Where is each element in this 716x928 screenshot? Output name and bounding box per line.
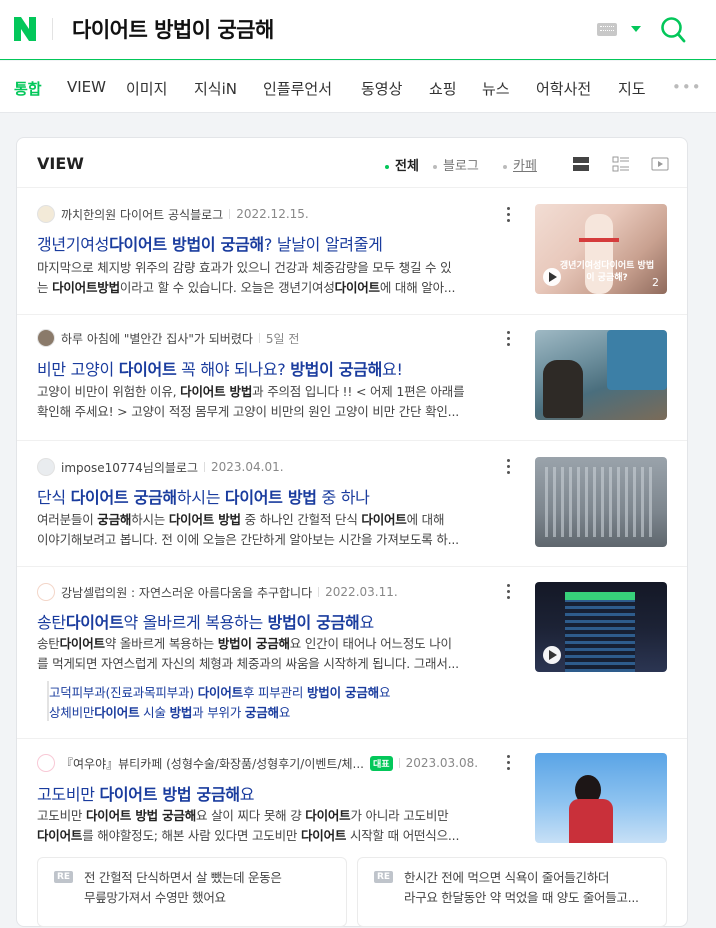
naver-n-icon[interactable] (14, 17, 36, 41)
result-thumbnail[interactable] (535, 753, 667, 843)
play-icon (543, 268, 561, 286)
result-title[interactable]: 송탄다이어트약 올바르게 복용하는 방법이 궁금해요 (37, 609, 517, 633)
search-query-input[interactable]: 다이어트 방법이 궁금해 (72, 14, 274, 44)
reply-tag: RE (54, 871, 74, 883)
cafe-reply-card[interactable]: RE 한시간 전에 먹으면 식욕이 줄어들긴하더 라구요 한달동안 약 먹었을 … (357, 857, 667, 927)
avatar (37, 329, 55, 347)
result-source[interactable]: 『여우야』뷰티카페 (성형수술/화장품/성형후기/이벤트/체... 대표 202… (37, 753, 478, 773)
list-view-icon[interactable] (572, 155, 590, 173)
image-count: 2 (652, 276, 659, 289)
thumbnail-view-icon[interactable] (612, 155, 630, 173)
keyboard-icon[interactable] (597, 23, 617, 36)
result-description: 고양이 비만이 위험한 이유, 다이어트 방법과 주의점 입니다 !! < 어제… (37, 384, 465, 419)
result-thumbnail[interactable] (535, 457, 667, 547)
more-options-icon[interactable] (507, 206, 511, 222)
tab-influencer[interactable]: 인플루언서 (263, 78, 332, 99)
tab-news[interactable]: 뉴스 (482, 78, 510, 99)
result-description: 마지막으로 체지방 위주의 감량 효과가 있으니 건강과 체중감량을 모두 챙길… (37, 260, 456, 295)
reply-tag: RE (374, 871, 394, 883)
tab-kin[interactable]: 지식iN (194, 78, 237, 99)
tab-shopping[interactable]: 쇼핑 (429, 78, 457, 99)
result-item: impose10774님의블로그 2023.04.01. 단식 다이어트 궁금해… (17, 441, 687, 567)
more-options-icon[interactable] (507, 458, 511, 474)
view-section-header: VIEW 전체 블로그 카페 (17, 138, 687, 188)
play-icon (543, 646, 561, 664)
tab-video[interactable]: 동영상 (361, 78, 402, 99)
representative-badge: 대표 (370, 755, 393, 771)
result-thumbnail[interactable]: 갱년기여성다이어트 방법이 궁금해? 2 (535, 204, 667, 294)
result-description: 고도비만 다이어트 방법 궁금해요 살이 찌다 못해 걍 다이어트가 아니라 고… (37, 808, 460, 843)
video-view-icon[interactable] (651, 155, 669, 173)
result-source[interactable]: impose10774님의블로그 2023.04.01. (37, 457, 284, 477)
result-title[interactable]: 단식 다이어트 궁금해하시는 다이어트 방법 중 하나 (37, 484, 517, 508)
result-title[interactable]: 비만 고양이 다이어트 꼭 해야 되나요? 방법이 궁금해요! (37, 356, 517, 380)
more-options-icon[interactable] (507, 330, 511, 346)
filter-cafe[interactable]: 카페 (503, 155, 537, 174)
cafe-reply-card[interactable]: RE 전 간헐적 단식하면서 살 뺐는데 운동은 무릎망가져서 수영만 했어요 (37, 857, 347, 927)
result-description: 송탄다이어트약 올바르게 복용하는 방법이 궁금해요 인간이 태어나 어느정도 … (37, 636, 459, 671)
chevron-down-icon[interactable] (631, 26, 641, 32)
result-description: 여러분들이 궁금해하시는 다이어트 방법 중 하나인 간헐적 단식 다이어트에 … (37, 512, 459, 547)
result-item: 까치한의원 다이어트 공식블로그 2022.12.15. 갱년기여성다이어트 방… (17, 188, 687, 315)
more-options-icon[interactable] (507, 583, 511, 599)
search-header: 다이어트 방법이 궁금해 (0, 0, 716, 60)
filter-blog[interactable]: 블로그 (433, 155, 479, 174)
tab-map[interactable]: 지도 (618, 78, 646, 99)
related-post-link[interactable]: 상체비만다이어트 시술 방법과 부위가 궁금해요 (49, 702, 290, 721)
tab-all[interactable]: 통합 (14, 78, 42, 99)
tab-dictionary[interactable]: 어학사전 (536, 78, 591, 99)
result-title[interactable]: 고도비만 다이어트 방법 궁금해요 (37, 781, 517, 805)
result-title[interactable]: 갱년기여성다이어트 방법이 궁금해? 날날이 알려줄게 (37, 231, 517, 255)
result-source[interactable]: 하루 아침에 "별안간 집사"가 되버렸다 5일 전 (37, 328, 299, 348)
search-icon[interactable] (660, 16, 686, 44)
filter-all[interactable]: 전체 (385, 155, 419, 174)
related-post-link[interactable]: 고덕피부과(진료과목피부과) 다이어트후 피부관리 방법이 궁금해요 (49, 682, 390, 701)
avatar (37, 754, 55, 772)
reply-text: 한시간 전에 먹으면 식욕이 줄어들긴하더 라구요 한달동안 약 먹었을 때 양… (404, 870, 639, 905)
result-source[interactable]: 강남셀럽의원 : 자연스러운 아름다움을 추구합니다 2022.03.11. (37, 582, 398, 602)
search-tabs: 통합 VIEW 이미지 지식iN 인플루언서 동영상 쇼핑 뉴스 어학사전 지도… (0, 61, 716, 113)
tab-image[interactable]: 이미지 (126, 78, 167, 99)
avatar (37, 458, 55, 476)
view-section: VIEW 전체 블로그 카페 까치한의원 다이어트 공식블로그 2022.12.… (16, 137, 688, 927)
tab-view[interactable]: VIEW (67, 78, 106, 96)
result-item: 하루 아침에 "별안간 집사"가 되버렸다 5일 전 비만 고양이 다이어트 꼭… (17, 315, 687, 441)
section-title: VIEW (37, 154, 84, 173)
header-divider (52, 18, 53, 40)
result-source[interactable]: 까치한의원 다이어트 공식블로그 2022.12.15. (37, 204, 309, 224)
more-tabs-icon[interactable]: ••• (672, 78, 702, 96)
result-item: 강남셀럽의원 : 자연스러운 아름다움을 추구합니다 2022.03.11. 송… (17, 567, 687, 739)
result-thumbnail[interactable] (535, 582, 667, 672)
avatar (37, 205, 55, 223)
avatar (37, 583, 55, 601)
reply-text: 전 간헐적 단식하면서 살 뺐는데 운동은 무릎망가져서 수영만 했어요 (84, 870, 282, 905)
more-options-icon[interactable] (507, 754, 511, 770)
result-thumbnail[interactable] (535, 330, 667, 420)
